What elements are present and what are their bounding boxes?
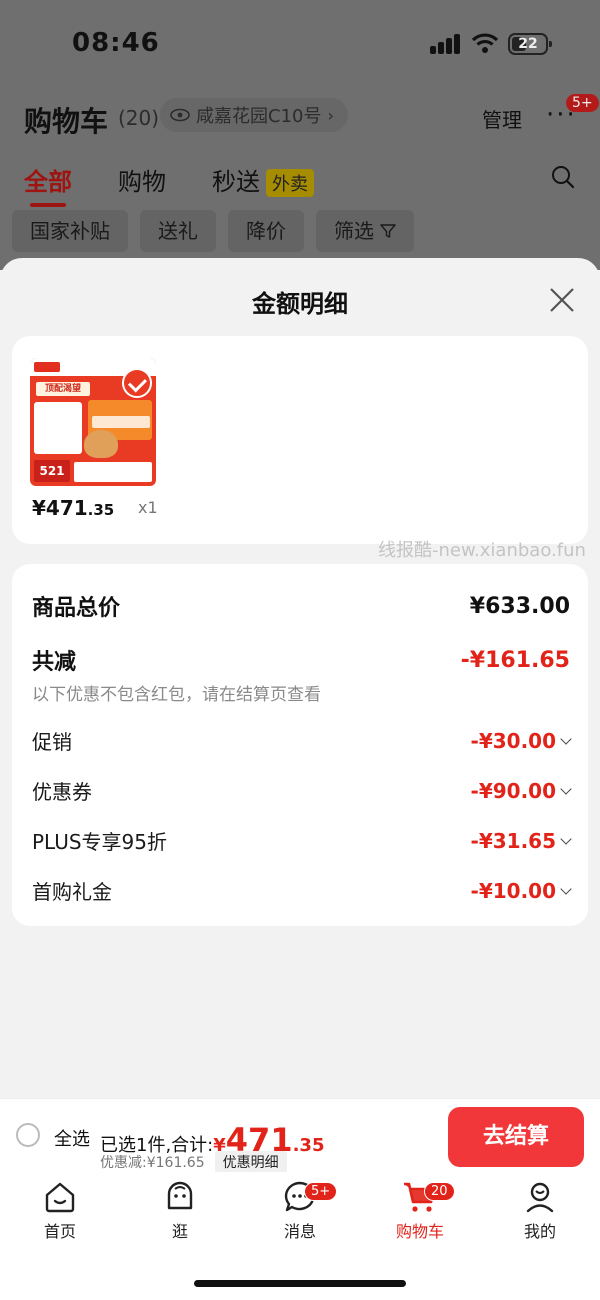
first-buy-label: 首购礼金 [32,880,112,904]
filter-chips: 国家补贴 送礼 降价 筛选 [12,210,414,252]
discount-row-first-buy[interactable]: 首购礼金 -¥10.00 [32,876,572,905]
wifi-icon [472,33,498,53]
tab-messages-label: 消息 [283,1222,316,1241]
user-icon [526,1182,554,1213]
tab-cart-label: 购物车 [395,1222,444,1241]
bottom-tab-bar: 首页 逛 消息 5+ 购物车 20 我的 [0,1172,600,1300]
waimai-tag: 外卖 [266,169,314,197]
tab-home-label: 首页 [43,1222,76,1241]
tab-home[interactable]: 首页 [20,1180,100,1242]
chevron-down-icon [560,782,572,795]
product-image-banner: 顶配渴望 [36,382,90,396]
tab-messages[interactable]: 消息 5+ [260,1180,340,1242]
chip-filter[interactable]: 筛选 [316,210,414,252]
battery-level: 22 [518,36,538,52]
chip-gift[interactable]: 送礼 [140,210,216,252]
discount-row-coupon[interactable]: 优惠券 -¥90.00 [32,776,572,805]
product-quantity: x1 [138,498,158,517]
filter-icon [380,224,396,238]
status-bar: 08:46 22 [0,0,600,88]
reduce-row: 共减 -¥161.65 [32,644,570,676]
product-image[interactable]: 顶配渴望 521 [30,358,156,486]
discount-detail-button[interactable]: 优惠明细 [214,1151,287,1173]
address-text: 咸嘉花园C10号 [196,106,322,127]
cart-header: 购物车 (20) 咸嘉花园C10号 › 管理 ··· 5+ 全部 购物 秒送 外卖… [0,88,600,270]
face-icon [167,1181,193,1210]
manage-button[interactable]: 管理 [482,104,522,133]
tab-instant-label: 秒送 [212,168,260,196]
tab-shopping[interactable]: 购物 [118,162,166,197]
discount-line: 优惠减:¥161.65 优惠明细 [100,1151,287,1173]
total-value: ¥633.00 [469,593,570,619]
total-row: 商品总价 ¥633.00 [32,590,570,622]
discount-note: 以下优惠不包含红包，请在结算页查看 [32,685,321,705]
product-card: 顶配渴望 521 ¥471.35 x1 线报酷-new.xianbao.fun [12,336,588,561]
reduce-label: 共减 [32,650,77,675]
first-buy-value: -¥10.00 [470,878,556,903]
tab-browse-label: 逛 [171,1222,188,1241]
promo-label: 促销 [32,730,72,754]
status-time: 08:46 [72,28,160,58]
more-badge: 5+ [566,94,599,112]
reduce-value: -¥161.65 [460,647,570,673]
total-label: 商品总价 [32,596,121,621]
chip-filter-label: 筛选 [334,219,374,243]
messages-badge: 5+ [304,1182,338,1201]
home-icon [45,1182,75,1213]
close-icon[interactable] [548,286,576,314]
watermark: 线报酷-new.xianbao.fun [378,540,586,561]
plus-label: PLUS专享95折 [32,830,167,854]
chevron-down-icon [560,732,572,745]
battery-icon: 22 [508,33,552,55]
tab-instant[interactable]: 秒送 外卖 [212,162,314,197]
plus-value: -¥31.65 [470,828,556,853]
tab-cart[interactable]: 购物车 20 [380,1180,460,1242]
tab-profile[interactable]: 我的 [500,1180,580,1242]
price-detail-card: 商品总价 ¥633.00 共减 -¥161.65 以下优惠不包含红包，请在结算页… [12,564,588,926]
address-selector[interactable]: 咸嘉花园C10号 › [160,98,348,132]
coupon-label: 优惠券 [32,780,92,804]
cart-count: (20) [118,106,160,130]
product-price-dec: .35 [87,501,115,519]
product-image-price: 521 [34,460,70,482]
promo-value: -¥30.00 [470,728,556,753]
amount-detail-sheet: 金额明细 顶配渴望 521 ¥471.35 x1 线报酷-new.xianbao… [0,258,600,1100]
chevron-down-icon [560,832,572,845]
coupon-value: -¥90.00 [470,778,556,803]
tab-all[interactable]: 全部 [24,162,72,207]
signal-icon [430,34,462,54]
eye-icon [170,108,190,122]
search-icon[interactable] [550,164,576,190]
chip-subsidy[interactable]: 国家补贴 [12,210,128,252]
page-title: 购物车 [24,105,109,138]
tab-browse[interactable]: 逛 [140,1180,220,1242]
chevron-right-icon: › [327,105,334,125]
chevron-down-icon [560,882,572,895]
check-icon [122,368,152,398]
select-all-checkbox[interactable] [16,1123,40,1147]
cart-tabs: 全部 购物 秒送 外卖 [24,162,314,207]
discount-row-promo[interactable]: 促销 -¥30.00 [32,726,572,755]
tab-profile-label: 我的 [523,1222,556,1241]
cart-badge: 20 [424,1182,455,1201]
select-all-label[interactable]: 全选 [54,1125,90,1151]
checkout-bar: 全选 已选1件,合计: ¥ 471 .35 优惠减:¥161.65 优惠明细 去… [0,1098,600,1173]
discount-text: 优惠减:¥161.65 [100,1155,205,1171]
checkout-button[interactable]: 去结算 [448,1107,584,1167]
total-dec: .35 [292,1135,325,1156]
chip-price-drop[interactable]: 降价 [228,210,304,252]
home-indicator[interactable] [194,1280,406,1287]
product-price-int: ¥471 [32,496,88,520]
product-price: ¥471.35 [32,496,114,520]
discount-row-plus[interactable]: PLUS专享95折 -¥31.65 [32,826,572,855]
sheet-title: 金额明细 [252,290,348,318]
